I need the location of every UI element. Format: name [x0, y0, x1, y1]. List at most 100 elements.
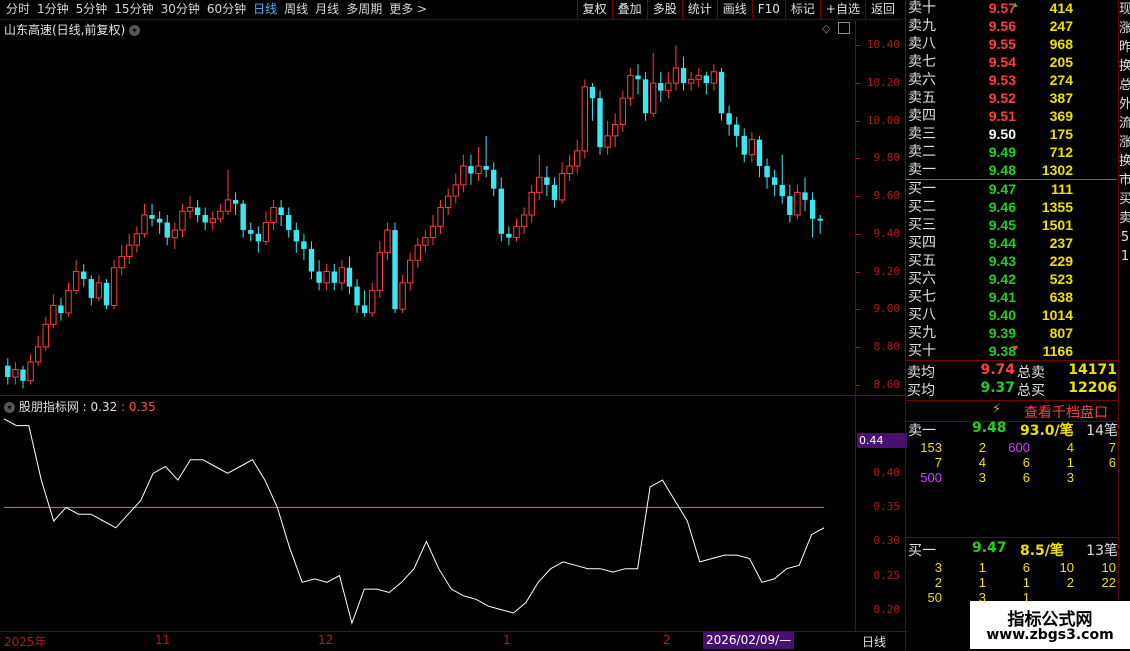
candle	[551, 177, 558, 208]
side-char: 现	[1119, 2, 1130, 17]
candle-body	[95, 282, 103, 299]
period-tab-10[interactable]: 更多 >	[389, 2, 434, 17]
bid-row[interactable]: 买三 9.45 1501	[906, 216, 1118, 234]
candle	[771, 169, 778, 197]
chevron-down-icon[interactable]: ▾	[129, 25, 141, 36]
period-tab-1[interactable]: 1分钟	[37, 2, 76, 17]
candle-body	[27, 361, 34, 382]
candle	[695, 68, 702, 87]
bid-row[interactable]: 买九 9.39 807	[906, 324, 1118, 342]
candle-body	[72, 271, 80, 291]
toolbar-button-8[interactable]: 返回	[864, 0, 900, 19]
depth-link[interactable]: 查看千档盘口	[1024, 402, 1108, 422]
toolbar-button-1[interactable]: 叠加	[611, 0, 647, 19]
period-tab-4[interactable]: 30分钟	[161, 2, 207, 17]
candle	[612, 113, 619, 148]
candle-body	[551, 184, 558, 200]
candle	[589, 83, 596, 121]
bid-row[interactable]: 买四 9.44 237	[906, 234, 1118, 252]
bid-row[interactable]: 买六 9.42 523	[906, 270, 1118, 288]
bid-row[interactable]: 买十 9.38 1166	[906, 342, 1118, 360]
toolbar-button-0[interactable]: 复权	[576, 0, 612, 19]
period-tab-7[interactable]: 周线	[284, 2, 315, 17]
book-volume: 247	[1049, 18, 1073, 34]
candle	[475, 147, 482, 182]
ask-row[interactable]: 卖三 9.50 175	[906, 125, 1118, 143]
ask-row[interactable]: 卖四 9.51 369	[906, 107, 1118, 125]
ask-row[interactable]: 卖六 9.53 274	[906, 71, 1118, 89]
book-level-label: 卖二	[908, 144, 936, 160]
bid-row[interactable]: 买一 9.47 111	[906, 180, 1118, 198]
book-volume: 1166	[1042, 343, 1073, 359]
price-tick-label: 10.20	[866, 76, 900, 90]
candle	[733, 117, 740, 148]
period-tab-6[interactable]: 日线	[253, 2, 284, 17]
candle	[680, 56, 687, 91]
side-char: 市	[1119, 173, 1130, 188]
book-volume: 175	[1049, 126, 1073, 142]
book-level-label: 买十	[908, 343, 936, 359]
book-level-label: 卖十	[908, 0, 936, 16]
window-restore-icon[interactable]	[838, 22, 850, 34]
ask-row[interactable]: 卖七 9.54 205	[906, 53, 1118, 71]
candlestick-chart[interactable]	[0, 36, 855, 394]
total-buy: 12206	[1068, 380, 1117, 396]
bid-queue-header: 买一 9.47 8.5/笔 13笔	[906, 540, 1118, 559]
price-tick-mark	[856, 45, 860, 47]
toolbar-button-5[interactable]: F10	[751, 0, 785, 19]
toolbar-button-3[interactable]: 统计	[681, 0, 717, 19]
candle	[429, 215, 437, 246]
period-tab-2[interactable]: 5分钟	[76, 2, 115, 17]
date-label-nov: 11	[155, 633, 171, 647]
period-tab-5[interactable]: 60分钟	[207, 2, 253, 17]
indicator-chart[interactable]	[0, 412, 855, 630]
candle-body	[444, 195, 452, 208]
candle	[802, 177, 808, 212]
candle	[498, 177, 505, 242]
ask-row[interactable]: 卖十 9.57 414	[906, 0, 1118, 17]
ask-row[interactable]: 卖二 9.49 712	[906, 143, 1118, 161]
candle	[95, 275, 103, 302]
candle-body	[384, 229, 391, 254]
side-char: 流	[1119, 116, 1130, 131]
price-tick-label: 10.40	[866, 38, 900, 52]
indicator-tick-label: 0.30	[873, 534, 901, 548]
candle	[748, 132, 756, 163]
bid-row[interactable]: 买五 9.43 229	[906, 252, 1118, 270]
period-tab-9[interactable]: 多周期	[346, 2, 389, 17]
watermark: 指标公式网 www.zbgs3.com	[970, 601, 1130, 649]
candle	[460, 154, 467, 193]
book-level-label: 卖四	[908, 108, 936, 124]
toolbar-button-2[interactable]: 多股	[646, 0, 682, 19]
bid-row[interactable]: 买八 9.40 1014	[906, 306, 1118, 324]
period-tab-8[interactable]: 月线	[315, 2, 346, 17]
period-tab-0[interactable]: 分时	[6, 2, 37, 17]
candle	[103, 279, 110, 310]
diamond-icon[interactable]: ◇	[822, 22, 830, 35]
ask-row[interactable]: 卖五 9.52 387	[906, 89, 1118, 107]
side-char: 买	[1119, 192, 1130, 207]
ask-queue-volume: 4	[978, 455, 986, 470]
ask-row[interactable]: 卖九 9.56 247	[906, 17, 1118, 35]
period-tab-3[interactable]: 15分钟	[114, 2, 160, 17]
side-char: 卖	[1119, 211, 1130, 226]
book-price: 9.49	[988, 144, 1016, 160]
toolbar-button-4[interactable]: 画线	[716, 0, 752, 19]
candle-body	[437, 206, 444, 227]
candle	[536, 154, 543, 200]
side-char: 涨	[1119, 21, 1130, 36]
price-tick-mark	[856, 83, 860, 85]
avg-buy-label: 买均	[907, 383, 935, 399]
ask-row[interactable]: 卖一 9.48 1302	[906, 161, 1118, 179]
ask-queue-volume: 153	[920, 440, 942, 455]
book-volume: 229	[1049, 253, 1073, 269]
toolbar-button-6[interactable]: 标记	[784, 0, 820, 19]
candle	[209, 211, 216, 231]
bid-row[interactable]: 买二 9.46 1355	[906, 198, 1118, 216]
ask-row[interactable]: 卖八 9.55 968	[906, 35, 1118, 53]
date-axis: 2025年 11 12 1 2 2026/02/09/— 日线	[0, 631, 905, 651]
book-price: 9.47	[988, 181, 1016, 197]
toolbar-button-7[interactable]: +自选	[819, 0, 865, 19]
candle-body	[110, 267, 118, 306]
bid-row[interactable]: 买七 9.41 638	[906, 288, 1118, 306]
